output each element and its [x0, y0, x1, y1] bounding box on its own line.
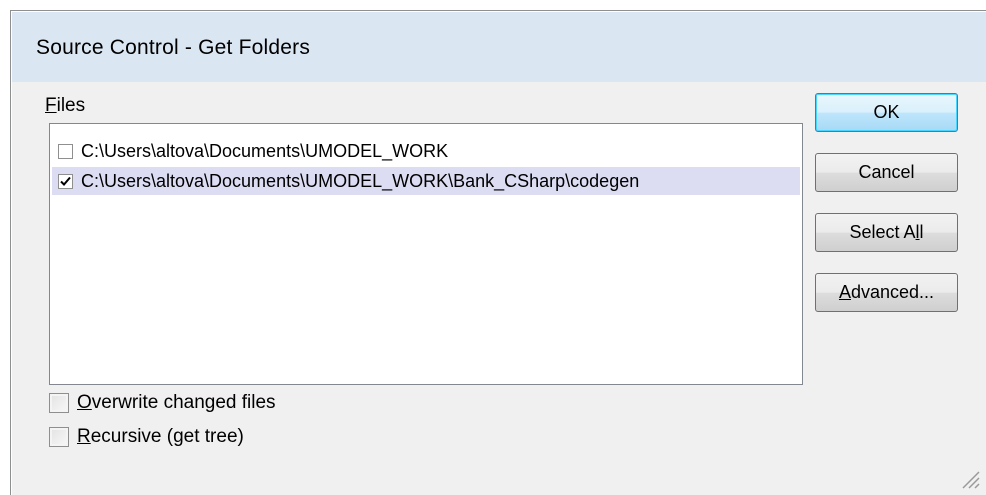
dialog-title: Source Control - Get Folders [36, 36, 311, 59]
files-label-text: iles [56, 95, 86, 116]
file-path: C:\Users\altova\Documents\UMODEL_WORK\Ba… [81, 170, 640, 191]
recursive-mnemonic: R [77, 426, 91, 447]
file-row[interactable]: C:\Users\altova\Documents\UMODEL_WORK [52, 137, 800, 165]
recursive-label: ecursive (get tree) [90, 426, 244, 447]
select-all-label-end: l [919, 222, 924, 242]
select-all-label-start: Select A [849, 222, 916, 242]
files-label-mnemonic: F [45, 95, 57, 116]
title-bar: Source Control - Get Folders [12, 12, 986, 82]
file-checkbox-checked[interactable] [58, 173, 73, 189]
recursive-checkbox[interactable] [49, 427, 69, 447]
ok-button[interactable]: OK [815, 93, 958, 132]
file-row-selected[interactable]: C:\Users\altova\Documents\UMODEL_WORK\Ba… [52, 167, 800, 195]
advanced-label: dvanced... [850, 282, 935, 302]
file-path: C:\Users\altova\Documents\UMODEL_WORK [81, 140, 449, 161]
files-list[interactable]: C:\Users\altova\Documents\UMODEL_WORK C:… [49, 123, 803, 385]
overwrite-checkbox[interactable] [49, 393, 69, 413]
checkmark-icon [60, 176, 71, 186]
get-folders-dialog: Source Control - Get Folders Files C:\Us… [10, 10, 986, 495]
file-checkbox[interactable] [58, 143, 73, 159]
overwrite-option[interactable]: Overwrite changed files [49, 392, 276, 414]
select-all-button[interactable]: Select All [815, 213, 958, 252]
advanced-button[interactable]: Advanced... [815, 273, 958, 312]
overwrite-mnemonic: O [77, 392, 92, 413]
cancel-button[interactable]: Cancel [815, 153, 958, 192]
advanced-mnemonic: A [838, 282, 851, 302]
resize-grip-icon[interactable] [958, 467, 980, 489]
recursive-option[interactable]: Recursive (get tree) [49, 426, 244, 448]
overwrite-label: verwrite changed files [91, 392, 276, 413]
files-label: Files [45, 95, 85, 117]
